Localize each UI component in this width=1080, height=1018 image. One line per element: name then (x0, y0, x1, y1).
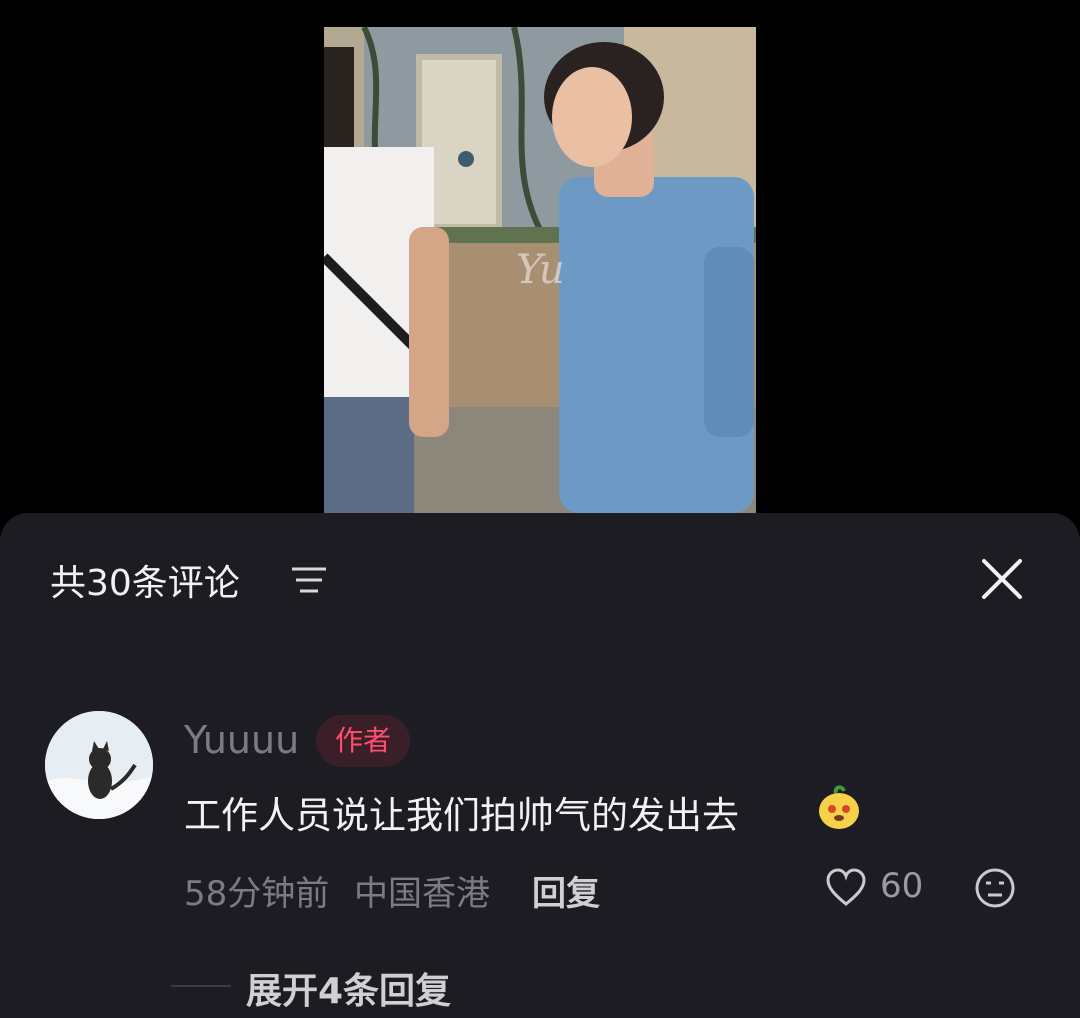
comment-username[interactable]: Yuuuu (184, 718, 299, 762)
mango-emoji-icon (816, 785, 862, 831)
video-watermark: Yu (516, 247, 565, 293)
close-icon (982, 559, 1022, 599)
filter-icon[interactable] (290, 566, 328, 594)
expand-divider (171, 985, 231, 987)
comment-text: 工作人员说让我们拍帅气的发出去 (184, 794, 739, 837)
author-badge: 作者 (316, 715, 410, 767)
reply-button[interactable]: 回复 (532, 866, 600, 915)
expand-replies-button[interactable]: 展开4条回复 (246, 962, 451, 1014)
close-button[interactable] (980, 557, 1024, 601)
like-count: 60 (880, 866, 924, 906)
heart-icon[interactable] (825, 867, 867, 907)
meh-face-icon[interactable] (974, 867, 1016, 909)
avatar[interactable] (45, 711, 153, 819)
comments-count-title: 共30条评论 (50, 563, 240, 604)
comment-location: 中国香港 (354, 874, 490, 914)
comment-time: 58分钟前 (184, 874, 330, 914)
video-frame[interactable]: Yu (324, 27, 756, 513)
